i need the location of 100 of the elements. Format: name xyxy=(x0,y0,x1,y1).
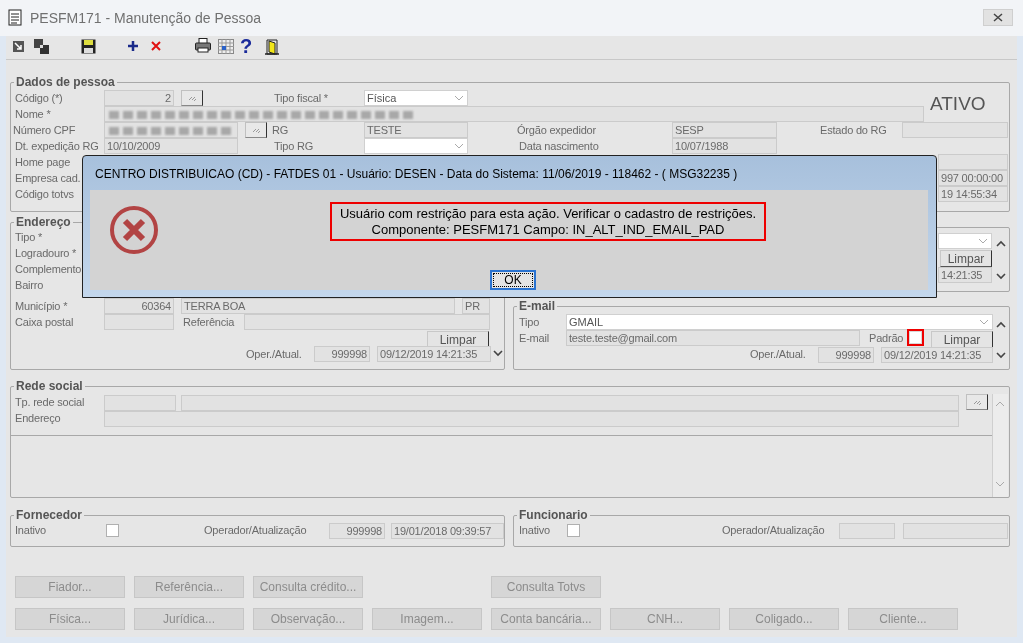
input-field[interactable]: PR xyxy=(462,298,490,314)
dots-icon xyxy=(972,398,982,406)
chevron-down-icon xyxy=(995,480,1005,488)
calendar-grid-icon[interactable] xyxy=(218,39,234,54)
input-field[interactable]: 999998 xyxy=(329,523,385,539)
error-message: Componente: PESFM171 Campo: IN_ALT_IND_EMAIL_PAD xyxy=(371,221,725,238)
input-field[interactable]: 09/12/2019 14:21:35 xyxy=(377,346,491,362)
scrollbar[interactable] xyxy=(992,394,1008,497)
chevron-down-icon xyxy=(979,319,989,326)
input-field[interactable] xyxy=(244,314,490,330)
chevron-up-icon xyxy=(996,321,1006,329)
group-title: Endereço xyxy=(14,215,73,229)
input-field[interactable]: 14:21:35 xyxy=(938,267,992,283)
plus-icon[interactable] xyxy=(128,41,138,51)
status-text: ATIVO xyxy=(930,93,986,115)
input-field[interactable]: 999998 xyxy=(314,346,370,362)
field-label: Órgão expedidor xyxy=(517,123,596,138)
dropdown-field[interactable]: Física xyxy=(364,90,468,106)
exit-door-icon[interactable] xyxy=(265,39,279,55)
field-label: Endereço xyxy=(15,411,61,426)
input-field[interactable]: 19 14:55:34 xyxy=(938,186,1008,202)
input-field[interactable]: teste.teste@gmail.com xyxy=(566,330,860,346)
arrow-box-icon[interactable] xyxy=(12,40,25,53)
field-label: Logradouro * xyxy=(15,246,77,261)
group-title: Dados de pessoa xyxy=(14,75,117,89)
input-field[interactable]: TESTE xyxy=(364,122,468,138)
field-label: Operador/Atualização xyxy=(204,523,307,538)
chevron-up-icon xyxy=(995,400,1005,408)
input-field[interactable]: 999998 xyxy=(818,347,874,363)
input-field[interactable] xyxy=(104,395,176,411)
field-label: E-mail xyxy=(519,331,549,346)
field-label: Código totvs xyxy=(15,187,74,202)
ok-button[interactable]: OK xyxy=(490,270,536,290)
field-label: Nome * xyxy=(15,107,51,122)
field-label: Caixa postal xyxy=(15,315,74,330)
group-title: Fornecedor xyxy=(14,508,84,522)
input-field[interactable] xyxy=(181,395,959,411)
field-label: Inativo xyxy=(519,523,550,538)
input-field[interactable]: 09/12/2019 14:21:35 xyxy=(881,347,993,363)
input-field[interactable] xyxy=(104,411,959,427)
field-label: Estado do RG xyxy=(820,123,887,138)
group-title: E-mail xyxy=(517,299,557,313)
field-label: Tipo RG xyxy=(274,139,314,154)
field-label: Referência xyxy=(183,315,235,330)
field-label: Código (*) xyxy=(15,91,63,106)
group-title: Rede social xyxy=(14,379,85,393)
document-icon xyxy=(8,9,22,26)
field-label: Oper./Atual. xyxy=(246,347,302,362)
dots-icon xyxy=(251,126,261,134)
input-field[interactable] xyxy=(938,154,1008,170)
close-icon xyxy=(993,13,1003,22)
field-label: Bairro xyxy=(15,278,44,293)
dropdown-field[interactable] xyxy=(364,138,468,154)
close-button[interactable] xyxy=(983,9,1013,26)
input-field[interactable]: 19/01/2018 09:39:57 xyxy=(391,523,504,539)
field-label: Inativo xyxy=(15,523,46,538)
field-label: Home page xyxy=(15,155,71,170)
field-label: Complemento xyxy=(15,262,82,277)
lookup-button[interactable] xyxy=(181,90,203,106)
checkbox[interactable] xyxy=(567,524,580,537)
field-label: Tipo xyxy=(519,315,540,330)
lookup-button[interactable] xyxy=(245,122,267,138)
field-label: Número CPF xyxy=(13,123,76,138)
input-field[interactable] xyxy=(903,523,1008,539)
error-icon xyxy=(108,204,160,256)
checkbox[interactable] xyxy=(106,524,119,537)
lookup-button[interactable] xyxy=(966,394,988,410)
field-label: Tipo * xyxy=(15,230,43,245)
input-field[interactable]: TERRA BOA xyxy=(181,298,455,314)
input-field[interactable]: SESP xyxy=(672,122,777,138)
chevron-down-icon xyxy=(454,143,464,150)
dropdown-field[interactable]: GMAIL xyxy=(566,314,993,330)
field-label: Dt. expedição RG xyxy=(15,139,99,154)
clear-button[interactable]: Limpar xyxy=(940,250,992,267)
help-button[interactable]: ? xyxy=(240,36,253,56)
dropdown-field[interactable] xyxy=(938,233,992,249)
field-label: Tp. rede social xyxy=(15,395,85,410)
dots-icon xyxy=(187,94,197,102)
input-field[interactable] xyxy=(104,314,174,330)
chevron-down-icon xyxy=(996,351,1006,359)
input-field[interactable]: 10/07/1988 xyxy=(672,138,777,154)
chevron-down-icon xyxy=(493,349,503,357)
stacked-squares-icon[interactable] xyxy=(34,39,49,54)
window-title: PESFM171 - Manutenção de Pessoa xyxy=(30,9,262,27)
chevron-up-icon xyxy=(996,240,1006,248)
input-field[interactable]: 60364 xyxy=(104,298,174,314)
input-field[interactable] xyxy=(839,523,895,539)
input-field[interactable]: 2 xyxy=(104,90,174,106)
printer-icon[interactable] xyxy=(195,38,211,53)
chevron-down-icon xyxy=(996,272,1006,280)
input-field[interactable]: 10/10/2009 xyxy=(104,138,238,154)
field-label: Data nascimento xyxy=(519,139,599,154)
chevron-down-icon xyxy=(454,95,464,102)
group-title: Funcionario xyxy=(517,508,590,522)
field-label: Operador/Atualização xyxy=(722,523,825,538)
delete-icon[interactable] xyxy=(151,41,161,51)
error-message: Usuário com restrição para esta ação. Verificar o cadastro de restrições. xyxy=(339,205,757,222)
input-field[interactable] xyxy=(902,122,1008,138)
dialog-title: CENTRO DISTRIBUICAO (CD) - FATDES 01 - Usuário: DESEN - Data do Sistema: 11/06/2019 - 118462 - ( MSG32235 ) xyxy=(95,166,738,182)
input-field[interactable]: 997 00:00:00 xyxy=(938,170,1008,186)
